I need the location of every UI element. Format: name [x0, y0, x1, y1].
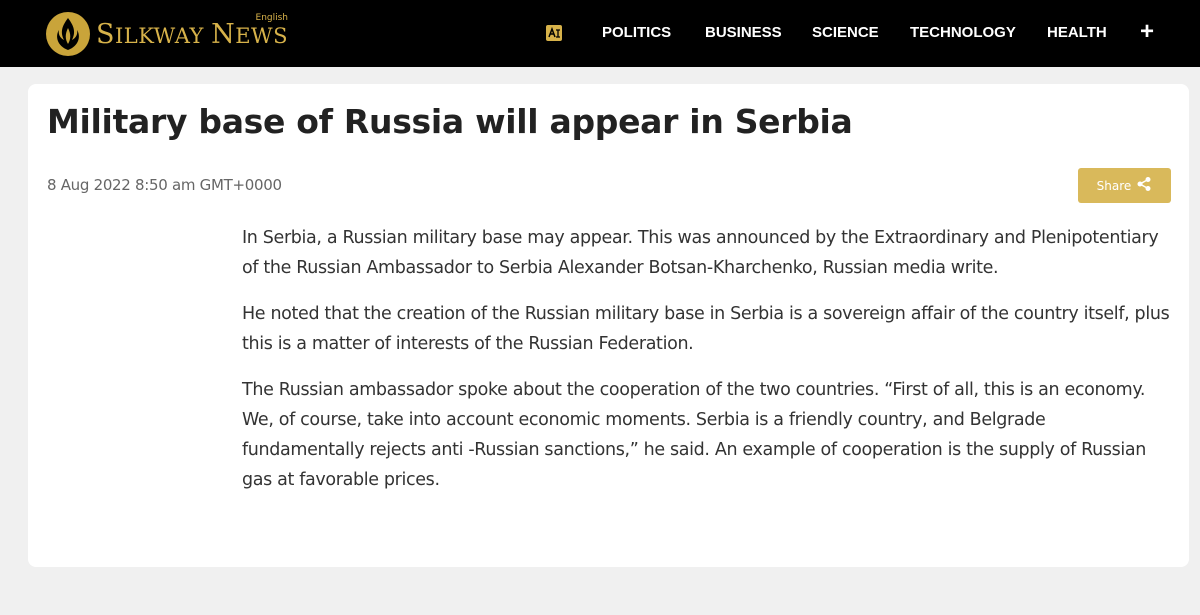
article-body: In Serbia, a Russian military base may a… — [242, 223, 1172, 511]
article-paragraph: In Serbia, a Russian military base may a… — [242, 228, 1159, 278]
article-title: Military base of Russia will appear in S… — [47, 102, 853, 141]
logo-language-tag: English — [255, 12, 289, 23]
flame-logo-icon — [46, 12, 90, 56]
article-date: 8 Aug 2022 8:50 am GMT+0000 — [47, 176, 282, 194]
article-card: Military base of Russia will appear in S… — [28, 84, 1189, 567]
nav-item-health[interactable]: HEALTH — [1047, 24, 1107, 41]
nav-item-business[interactable]: BUSINESS — [705, 24, 782, 41]
logo-wordmark: SILKWAY NEWS English — [96, 12, 289, 50]
language-switch-icon[interactable] — [545, 24, 563, 42]
share-label: Share — [1096, 178, 1132, 193]
site-logo[interactable]: SILKWAY NEWS English — [46, 10, 288, 58]
more-menu-button[interactable]: + — [1140, 18, 1154, 46]
share-button[interactable]: Share — [1078, 168, 1171, 203]
top-navbar: SILKWAY NEWS English POLITICS BUSINESS S… — [0, 0, 1200, 67]
article-paragraph: He noted that the creation of the Russia… — [242, 304, 1170, 354]
nav-item-politics[interactable]: POLITICS — [602, 24, 671, 41]
share-icon — [1136, 176, 1152, 195]
nav-item-science[interactable]: SCIENCE — [812, 24, 879, 41]
nav-item-technology[interactable]: TECHNOLOGY — [910, 24, 1016, 41]
article-paragraph: The Russian ambassador spoke about the c… — [242, 380, 1147, 490]
